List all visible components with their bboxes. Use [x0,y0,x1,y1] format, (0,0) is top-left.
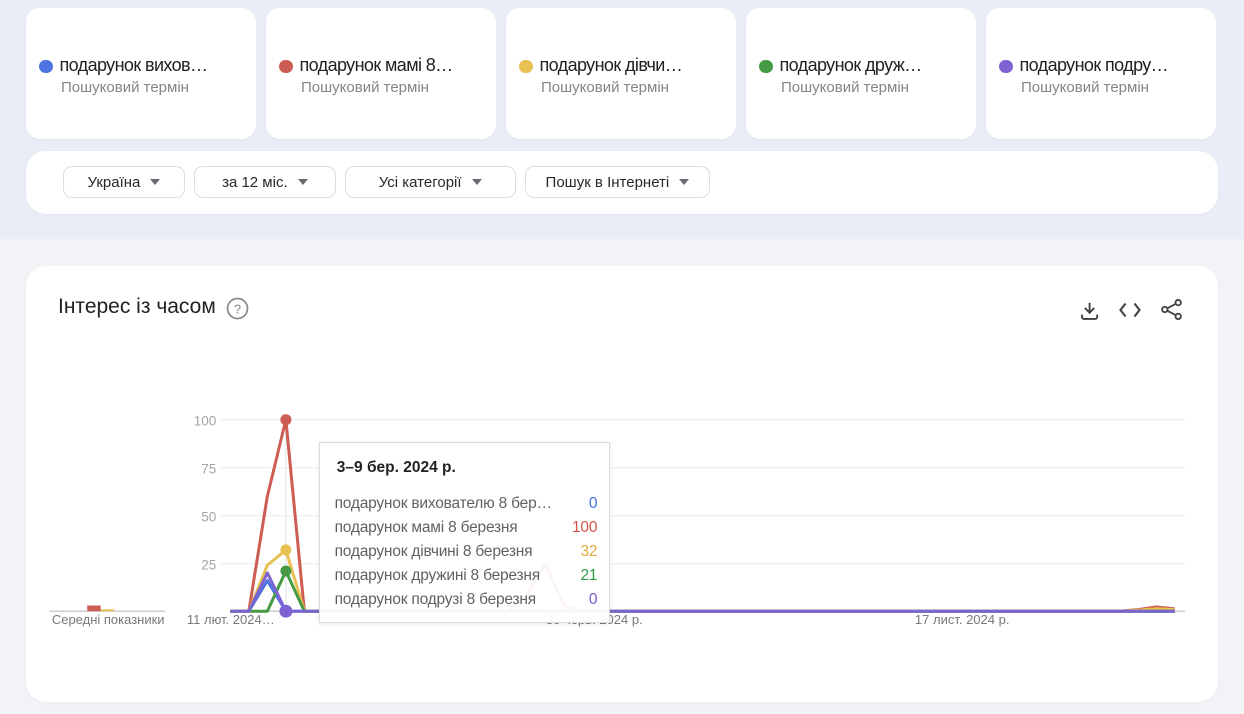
svg-text:25: 25 [201,558,216,573]
svg-text:17 лист. 2024 р.: 17 лист. 2024 р. [915,612,1010,627]
svg-text:50: 50 [201,510,216,525]
svg-text:11 лют. 2024…: 11 лют. 2024… [187,612,275,627]
svg-text:Середні показники: Середні показники [52,612,165,627]
svg-text:75: 75 [201,462,216,477]
svg-text:100: 100 [194,414,217,429]
